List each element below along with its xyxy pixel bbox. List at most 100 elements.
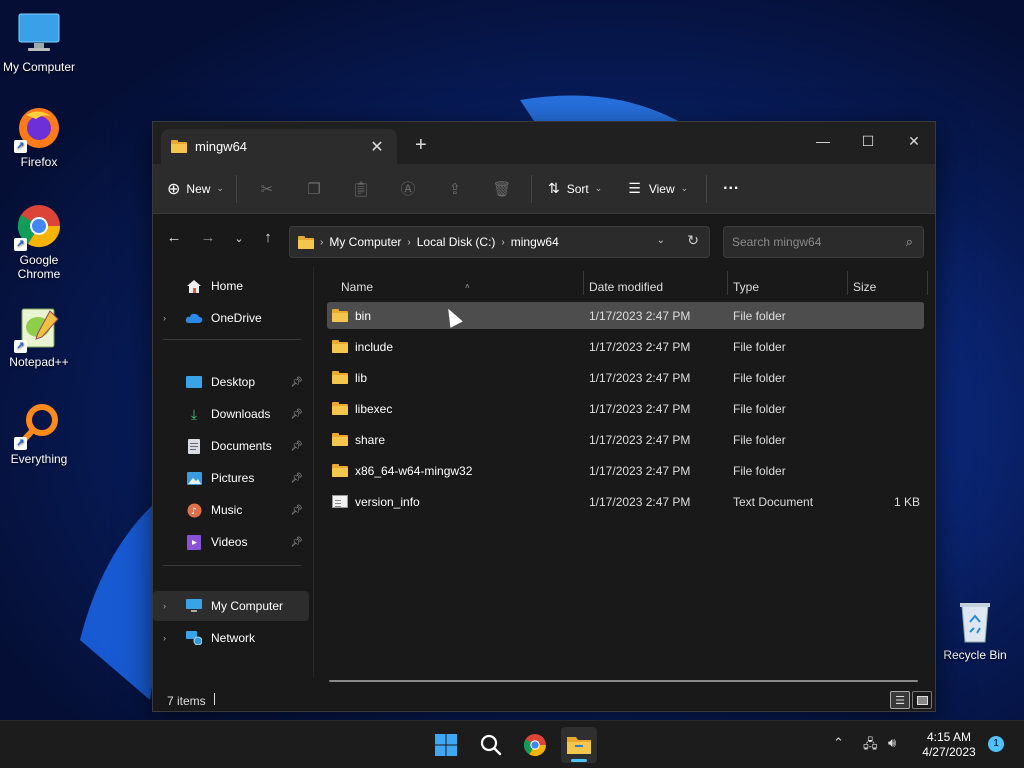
address-history-chevron-icon[interactable]: ⌄ — [657, 235, 665, 246]
tab-mingw64[interactable]: mingw64 ✕ — [161, 129, 397, 164]
sidebar-item-label: Downloads — [211, 407, 271, 421]
more-options-button[interactable]: ··· — [723, 180, 739, 198]
column-divider[interactable] — [927, 271, 928, 295]
taskbar-chrome-button[interactable] — [517, 727, 553, 763]
maximize-button[interactable]: ☐ — [845, 126, 891, 156]
file-row[interactable]: x86_64-w64-mingw32 1/17/2023 2:47 PM Fil… — [327, 457, 924, 484]
status-bar: 7 items ☰ — [153, 687, 935, 713]
sort-button[interactable]: ⇅ Sort ⌄ — [548, 180, 602, 197]
expand-chevron-icon[interactable]: › — [163, 313, 177, 323]
file-row[interactable]: lib 1/17/2023 2:47 PM File folder — [327, 364, 924, 391]
pin-icon[interactable]: 📌︎ — [290, 473, 303, 484]
tiles-view-button[interactable] — [912, 691, 932, 709]
pin-icon[interactable]: 📌︎ — [290, 377, 303, 388]
more-icon: ··· — [723, 179, 740, 197]
expand-chevron-icon[interactable]: › — [163, 601, 177, 611]
desktop-icon-recycle-bin[interactable]: Recycle Bin — [936, 598, 1014, 662]
address-bar[interactable]: › My Computer › Local Disk (C:) › mingw6… — [289, 226, 710, 258]
breadcrumb-mingw64[interactable]: mingw64 — [511, 235, 559, 249]
rename-icon[interactable]: Ⓐ — [390, 174, 426, 204]
column-size-label: Size — [853, 280, 877, 294]
back-arrow-icon[interactable]: ← — [163, 229, 185, 246]
recent-locations-chevron-icon[interactable]: ⌄ — [228, 232, 250, 245]
paste-icon[interactable]: 📋︎ — [343, 174, 379, 204]
network-status-icon[interactable]: 🖧︎ — [863, 735, 878, 757]
desktop-icon-notepadpp[interactable]: ↗ Notepad++ — [0, 305, 78, 369]
volume-icon[interactable]: 🔊︎ — [888, 735, 896, 751]
folder-icon — [332, 371, 348, 384]
view-button[interactable]: ☰ View ⌄ — [628, 180, 688, 197]
status-divider — [214, 693, 215, 705]
column-header-size[interactable]: Size — [847, 272, 927, 302]
file-row[interactable]: include 1/17/2023 2:47 PM File folder — [327, 333, 924, 360]
file-row[interactable]: version_info 1/17/2023 2:47 PM Text Docu… — [327, 488, 924, 515]
taskbar-search-button[interactable] — [473, 727, 509, 763]
search-box: ⌕ — [723, 226, 924, 258]
sidebar-item-label: Documents — [211, 439, 272, 453]
column-header-type[interactable]: Type — [727, 272, 847, 302]
column-header-date-modified[interactable]: Date modified — [583, 272, 727, 302]
file-name: libexec — [355, 401, 393, 416]
sidebar-item-downloads[interactable]: ⤓ Downloads 📌︎ — [153, 399, 309, 429]
details-view-button[interactable]: ☰ — [890, 691, 910, 709]
column-header-name[interactable]: Name ˄ — [335, 272, 585, 302]
file-list: Name ˄ Date modified Type Size bin 1/17/… — [325, 267, 928, 677]
breadcrumb-my-computer[interactable]: My Computer — [329, 235, 401, 249]
taskbar-file-explorer-button[interactable] — [561, 727, 597, 763]
horizontal-scrollbar[interactable] — [329, 680, 918, 682]
minimize-button[interactable]: — — [800, 126, 846, 156]
pin-icon[interactable]: 📌︎ — [290, 505, 303, 516]
desktop-icon-my-computer[interactable]: My Computer — [0, 10, 78, 74]
search-icon[interactable]: ⌕ — [906, 234, 913, 250]
new-button[interactable]: ⊕ New ⌄ — [167, 179, 224, 199]
desktop-icon-chrome[interactable]: ↗ Google Chrome — [0, 203, 78, 281]
sidebar-item-home[interactable]: Home — [153, 271, 309, 301]
delete-icon[interactable]: 🗑︎ — [484, 174, 520, 204]
pane-divider[interactable] — [313, 267, 314, 677]
expand-chevron-icon[interactable]: › — [163, 633, 177, 643]
forward-arrow-icon[interactable]: → — [197, 229, 219, 246]
share-icon[interactable]: ⇪ — [437, 174, 473, 204]
sidebar-item-pictures[interactable]: Pictures 📌︎ — [153, 463, 309, 493]
cut-icon[interactable]: ✂ — [249, 174, 285, 204]
show-hidden-icons-chevron-icon[interactable]: ⌃ — [833, 735, 844, 751]
pin-icon[interactable]: 📌︎ — [290, 409, 303, 420]
new-tab-button[interactable]: + — [415, 134, 427, 157]
folder-icon — [332, 433, 348, 446]
sidebar-item-music[interactable]: ♪ Music 📌︎ — [153, 495, 309, 525]
videos-icon — [185, 534, 203, 550]
sidebar-item-label: Music — [211, 503, 243, 517]
desktop-icon-everything[interactable]: ↗ Everything — [0, 402, 78, 466]
start-button[interactable] — [428, 727, 464, 763]
sidebar-item-documents[interactable]: Documents 📌︎ — [153, 431, 309, 461]
file-row[interactable]: share 1/17/2023 2:47 PM File folder — [327, 426, 924, 453]
pin-icon[interactable]: 📌︎ — [290, 441, 303, 452]
up-arrow-icon[interactable]: ↑ — [257, 229, 279, 246]
pin-icon[interactable]: 📌︎ — [290, 537, 303, 548]
breadcrumb-local-disk[interactable]: Local Disk (C:) — [417, 235, 496, 249]
home-icon — [185, 278, 203, 294]
sidebar-item-desktop[interactable]: Desktop 📌︎ — [153, 367, 309, 397]
close-tab-icon[interactable]: ✕ — [367, 137, 387, 157]
file-name: lib — [355, 370, 368, 385]
system-clock[interactable]: 4:15 AM 4/27/2023 — [915, 730, 983, 760]
sidebar-item-videos[interactable]: Videos 📌︎ — [153, 527, 309, 557]
refresh-icon[interactable]: ↻ — [687, 232, 699, 249]
file-row[interactable]: bin 1/17/2023 2:47 PM File folder — [327, 302, 924, 329]
file-size: 1 KB — [893, 494, 920, 509]
file-date: 1/17/2023 2:47 PM — [589, 308, 691, 323]
active-app-indicator — [571, 759, 587, 762]
sidebar-item-network[interactable]: › Network — [153, 623, 309, 653]
sidebar-item-my-computer[interactable]: › My Computer — [153, 591, 309, 621]
new-button-label: New — [186, 181, 211, 196]
copy-icon[interactable]: ❐ — [296, 174, 332, 204]
column-type-label: Type — [733, 280, 760, 294]
notification-badge[interactable]: 1 — [988, 736, 1004, 752]
desktop-icon-firefox[interactable]: ↗ Firefox — [0, 105, 78, 169]
close-window-button[interactable]: ✕ — [891, 126, 937, 156]
sidebar-item-onedrive[interactable]: › OneDrive — [153, 303, 309, 333]
file-row[interactable]: libexec 1/17/2023 2:47 PM File folder — [327, 395, 924, 422]
sort-button-label: Sort — [566, 181, 589, 196]
search-input[interactable] — [732, 234, 892, 250]
music-icon: ♪ — [185, 502, 203, 518]
